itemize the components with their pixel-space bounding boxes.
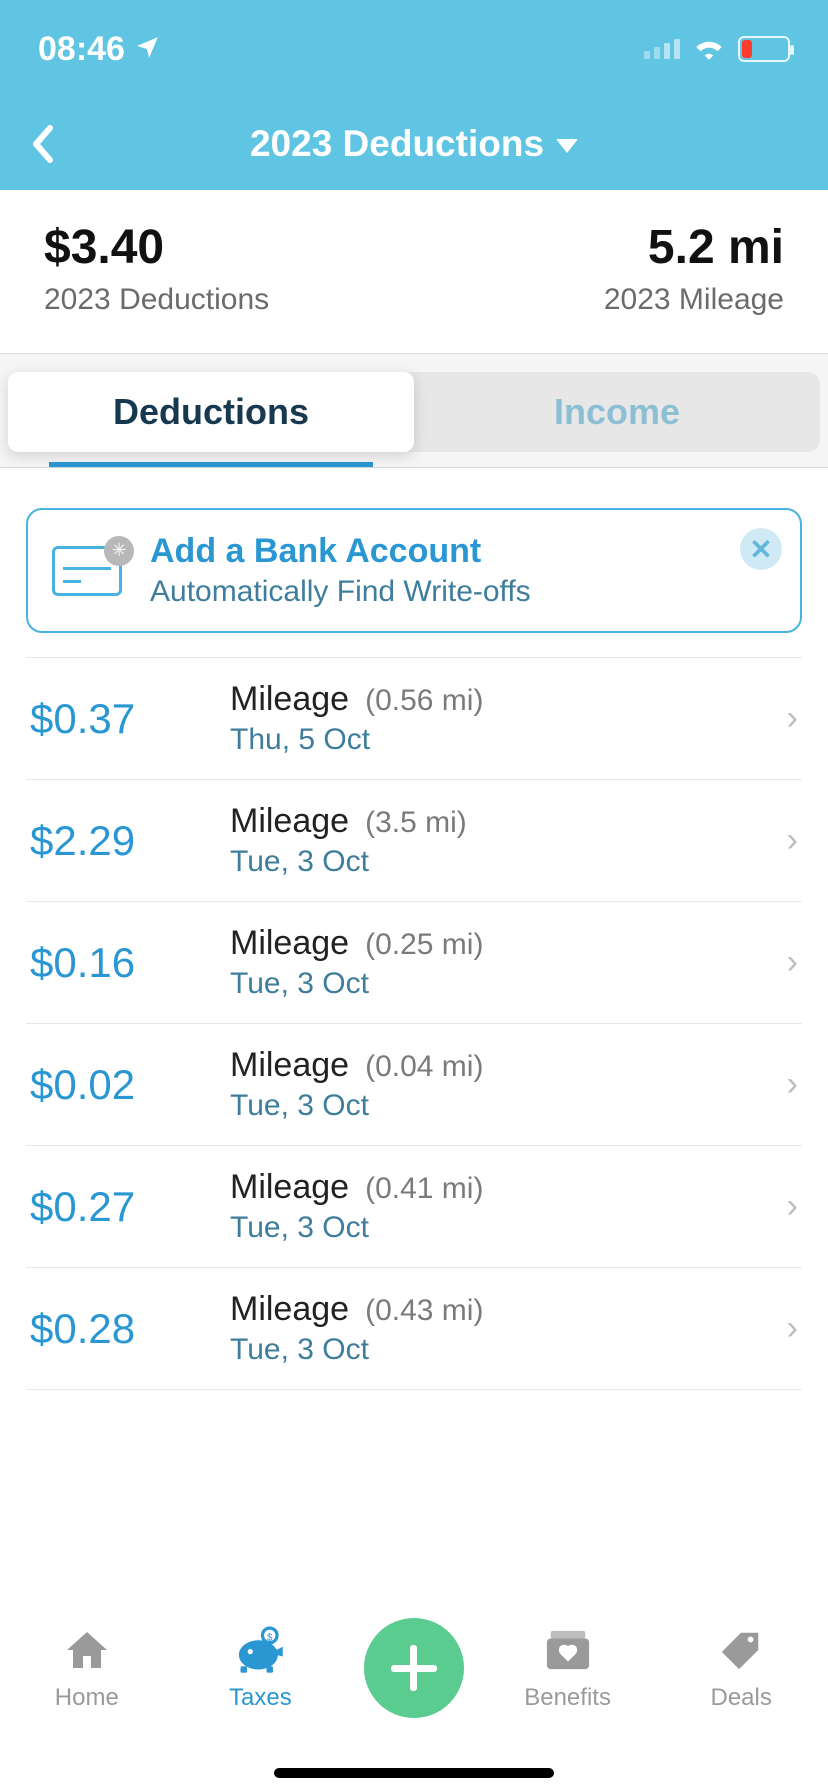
- tabbar-benefits[interactable]: Benefits: [498, 1624, 638, 1712]
- add-bank-banner[interactable]: ✳ Add a Bank Account Automatically Find …: [26, 508, 802, 633]
- row-category: Mileage: [230, 924, 349, 963]
- home-icon: [61, 1624, 113, 1676]
- chevron-right-icon: ›: [787, 1187, 798, 1226]
- row-amount: $0.28: [30, 1305, 200, 1353]
- row-date: Tue, 3 Oct: [230, 845, 757, 879]
- row-category: Mileage: [230, 1046, 349, 1085]
- status-left: 08:46: [38, 30, 161, 69]
- row-distance: (3.5 mi): [365, 806, 467, 840]
- tabbar-taxes[interactable]: $ Taxes: [190, 1624, 330, 1712]
- row-date: Tue, 3 Oct: [230, 1333, 757, 1367]
- summary-section: $3.40 2023 Deductions 5.2 mi 2023 Mileag…: [0, 190, 828, 354]
- home-indicator: [274, 1768, 554, 1778]
- row-details: Mileage (0.41 mi) Tue, 3 Oct: [230, 1168, 757, 1245]
- tag-icon: [715, 1624, 767, 1676]
- row-distance: (0.04 mi): [365, 1050, 483, 1084]
- row-details: Mileage (0.43 mi) Tue, 3 Oct: [230, 1290, 757, 1367]
- bottom-tabbar: Home $ Taxes Benefits Deals: [0, 1602, 828, 1792]
- deduction-row[interactable]: $2.29 Mileage (3.5 mi) Tue, 3 Oct ›: [26, 779, 802, 901]
- deduction-row[interactable]: $0.37 Mileage (0.56 mi) Thu, 5 Oct ›: [26, 657, 802, 779]
- row-distance: (0.43 mi): [365, 1294, 483, 1328]
- summary-amount: $3.40: [44, 220, 269, 275]
- close-icon: ✕: [749, 533, 772, 566]
- summary-amount-block: $3.40 2023 Deductions: [44, 220, 269, 317]
- summary-miles: 5.2 mi: [604, 220, 784, 275]
- deductions-list: $0.37 Mileage (0.56 mi) Thu, 5 Oct › $2.29 Mil…: [0, 657, 828, 1390]
- banner-wrap: ✳ Add a Bank Account Automatically Find …: [0, 468, 828, 657]
- banner-title: Add a Bank Account: [150, 532, 531, 571]
- summary-miles-label: 2023 Mileage: [604, 283, 784, 317]
- row-category: Mileage: [230, 1168, 349, 1207]
- card-link-icon: ✳: [52, 546, 122, 596]
- deduction-row[interactable]: $0.16 Mileage (0.25 mi) Tue, 3 Oct ›: [26, 901, 802, 1023]
- page-header: 2023 Deductions: [0, 98, 828, 190]
- row-date: Thu, 5 Oct: [230, 723, 757, 757]
- back-button[interactable]: [20, 122, 64, 166]
- row-date: Tue, 3 Oct: [230, 967, 757, 1001]
- tabs-container: Deductions Income: [0, 354, 828, 468]
- banner-texts: Add a Bank Account Automatically Find Wr…: [150, 532, 531, 609]
- row-date: Tue, 3 Oct: [230, 1089, 757, 1123]
- tab-deductions-label: Deductions: [113, 391, 309, 433]
- tabbar-deals[interactable]: Deals: [671, 1624, 811, 1712]
- segmented-tabs: Deductions Income: [8, 372, 820, 452]
- chevron-right-icon: ›: [787, 1309, 798, 1348]
- row-amount: $0.02: [30, 1061, 200, 1109]
- piggy-bank-icon: $: [234, 1624, 286, 1676]
- header-title-dropdown[interactable]: 2023 Deductions: [250, 123, 578, 165]
- summary-amount-label: 2023 Deductions: [44, 283, 269, 317]
- row-category: Mileage: [230, 802, 349, 841]
- row-category: Mileage: [230, 680, 349, 719]
- chevron-right-icon: ›: [787, 699, 798, 738]
- chevron-right-icon: ›: [787, 1065, 798, 1104]
- tabbar-benefits-label: Benefits: [524, 1684, 611, 1712]
- chevron-right-icon: ›: [787, 943, 798, 982]
- caret-down-icon: [556, 139, 578, 153]
- row-amount: $0.27: [30, 1183, 200, 1231]
- row-category: Mileage: [230, 1290, 349, 1329]
- chevron-right-icon: ›: [787, 821, 798, 860]
- header-title-text: 2023 Deductions: [250, 123, 544, 165]
- battery-icon: [738, 36, 790, 62]
- row-details: Mileage (0.04 mi) Tue, 3 Oct: [230, 1046, 757, 1123]
- content-area: ✳ Add a Bank Account Automatically Find …: [0, 468, 828, 1390]
- row-distance: (0.41 mi): [365, 1172, 483, 1206]
- row-distance: (0.25 mi): [365, 928, 483, 962]
- tabbar-home[interactable]: Home: [17, 1624, 157, 1712]
- status-bar: 08:46: [0, 0, 828, 98]
- row-details: Mileage (0.25 mi) Tue, 3 Oct: [230, 924, 757, 1001]
- row-details: Mileage (3.5 mi) Tue, 3 Oct: [230, 802, 757, 879]
- tab-income[interactable]: Income: [414, 372, 820, 452]
- row-amount: $0.16: [30, 939, 200, 987]
- deduction-row[interactable]: $0.27 Mileage (0.41 mi) Tue, 3 Oct ›: [26, 1145, 802, 1267]
- wifi-icon: [692, 34, 726, 65]
- row-amount: $2.29: [30, 817, 200, 865]
- tab-deductions[interactable]: Deductions: [8, 372, 414, 452]
- cellular-icon: [644, 39, 680, 59]
- summary-miles-block: 5.2 mi 2023 Mileage: [604, 220, 784, 317]
- row-amount: $0.37: [30, 695, 200, 743]
- banner-close-button[interactable]: ✕: [740, 528, 782, 570]
- location-icon: [135, 30, 161, 69]
- tabbar-home-label: Home: [55, 1684, 119, 1712]
- row-details: Mileage (0.56 mi) Thu, 5 Oct: [230, 680, 757, 757]
- row-distance: (0.56 mi): [365, 684, 483, 718]
- tab-income-label: Income: [554, 391, 680, 433]
- tab-indicator: [49, 462, 374, 467]
- add-fab[interactable]: [364, 1618, 464, 1718]
- benefits-icon: [542, 1624, 594, 1676]
- svg-text:$: $: [267, 1632, 273, 1643]
- tabbar-deals-label: Deals: [710, 1684, 771, 1712]
- tabbar-taxes-label: Taxes: [229, 1684, 292, 1712]
- status-time: 08:46: [38, 30, 125, 69]
- deduction-row[interactable]: $0.02 Mileage (0.04 mi) Tue, 3 Oct ›: [26, 1023, 802, 1145]
- banner-subtitle: Automatically Find Write-offs: [150, 575, 531, 609]
- deduction-row[interactable]: $0.28 Mileage (0.43 mi) Tue, 3 Oct ›: [26, 1267, 802, 1390]
- status-right: [644, 34, 790, 65]
- row-date: Tue, 3 Oct: [230, 1211, 757, 1245]
